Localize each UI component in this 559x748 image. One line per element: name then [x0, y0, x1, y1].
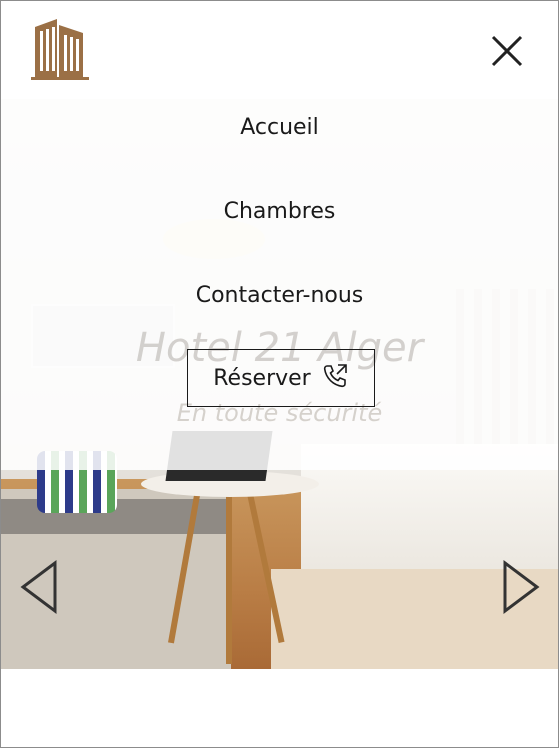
header [1, 1, 558, 99]
nav-item-accueil[interactable]: Accueil [1, 115, 558, 140]
footer-area [1, 669, 558, 747]
reserve-label: Réserver [213, 365, 311, 391]
chevron-left-icon[interactable] [19, 559, 59, 615]
hero-slider: Hotel 21 Alger En toute sécurité Accueil… [1, 99, 558, 669]
phone-call-icon [321, 362, 349, 394]
reserve-button[interactable]: Réserver [187, 349, 375, 407]
nav-item-chambres[interactable]: Chambres [1, 199, 558, 224]
chevron-right-icon[interactable] [501, 559, 541, 615]
close-icon[interactable] [489, 33, 525, 69]
table-leg [226, 494, 232, 664]
hotel-building-icon[interactable] [31, 19, 91, 81]
nav-item-contact[interactable]: Contacter-nous [1, 283, 558, 308]
